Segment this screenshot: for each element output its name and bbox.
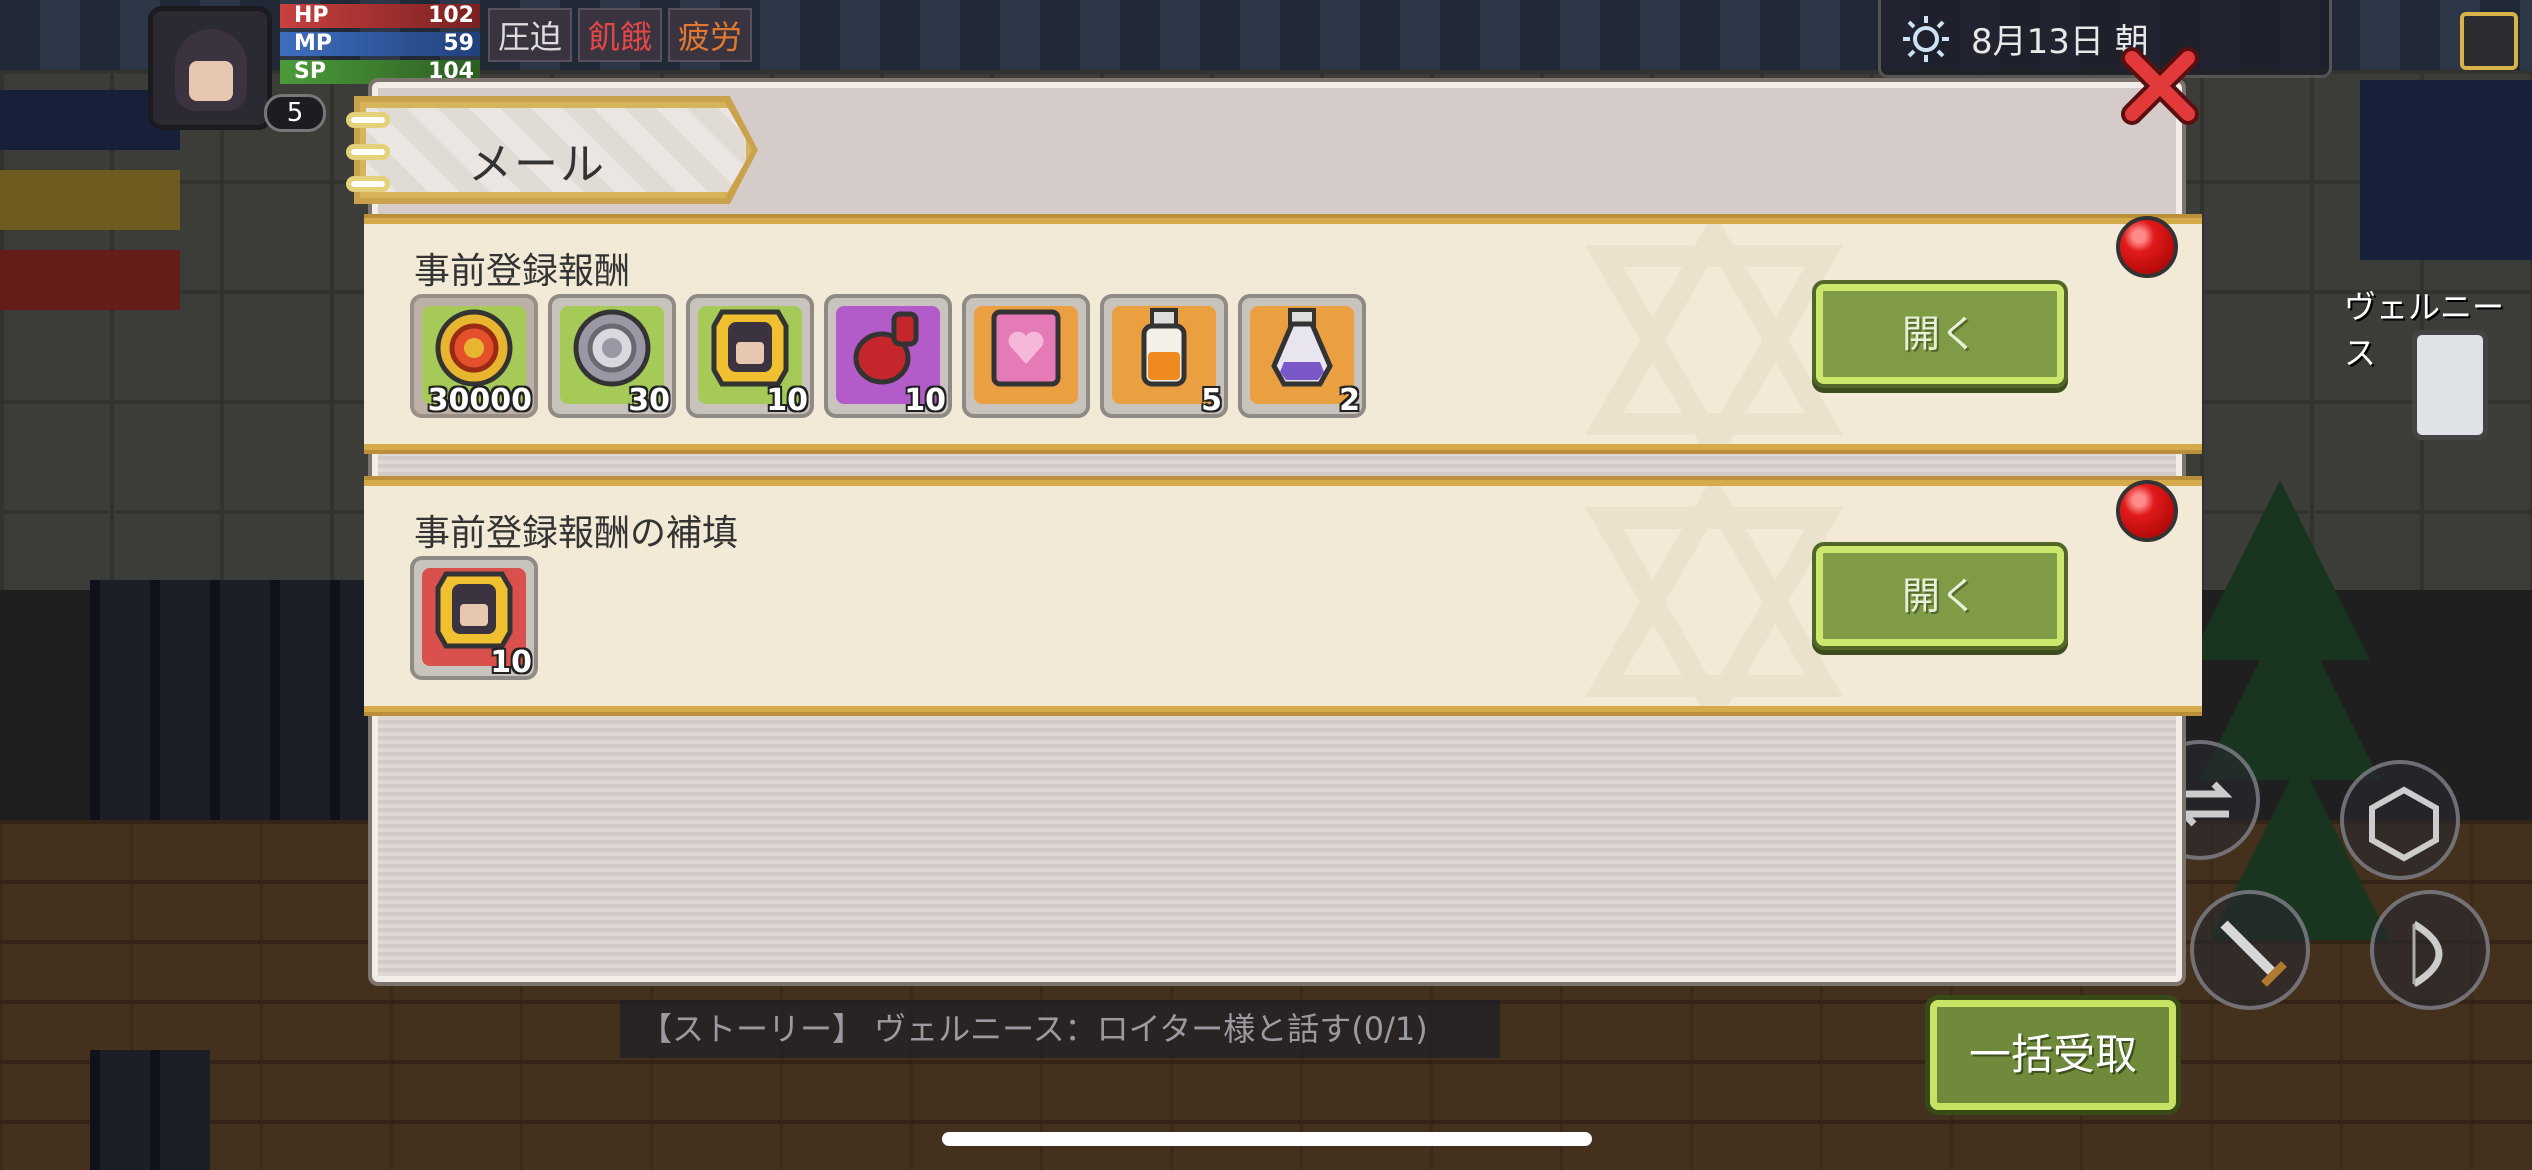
reward-count: 5	[1201, 383, 1222, 418]
phone-icon[interactable]	[2412, 330, 2488, 440]
binder-ring	[346, 144, 390, 160]
silver-coin-icon	[573, 309, 651, 387]
player-level-badge: 5	[264, 94, 326, 132]
character-token-icon	[435, 571, 513, 649]
sword-icon	[2220, 920, 2287, 987]
reward-slot[interactable]: 5	[1100, 294, 1228, 418]
mail-item[interactable]: 事前登録報酬 30000 30 10 10 5 2 開く	[364, 218, 2202, 450]
status-fatigue: 疲労	[668, 8, 753, 62]
reward-slot[interactable]: 10	[686, 294, 814, 418]
red-bag-icon	[853, 311, 919, 385]
reward-count: 2	[1339, 383, 1360, 418]
mail-title: メール	[468, 139, 606, 190]
bulk-claim-button[interactable]: 一括受取	[1930, 1000, 2176, 1110]
unread-badge	[2116, 480, 2178, 542]
reward-slot[interactable]: 10	[410, 556, 538, 680]
status-effects: 圧迫 飢餓 疲労	[488, 8, 753, 62]
reward-slot[interactable]: 30	[548, 294, 676, 418]
bow-icon	[2412, 920, 2443, 988]
mp-bar: MP 59	[280, 32, 480, 56]
sun-icon	[1903, 16, 1949, 62]
open-mail-button[interactable]: 開く	[1816, 546, 2064, 646]
sp-bar: SP 104	[280, 60, 480, 84]
quest-tracker[interactable]: 【ストーリー】 ヴェルニース：ロイター様と話す(0/1)	[620, 1000, 1500, 1058]
skill-button[interactable]	[2340, 760, 2460, 880]
mp-value: 59	[443, 31, 474, 56]
hp-value: 102	[428, 3, 474, 28]
mail-item-title: 事前登録報酬	[414, 251, 631, 292]
unread-badge	[2116, 216, 2178, 278]
sp-label: SP	[294, 59, 326, 84]
binder-ring	[346, 176, 390, 192]
purple-potion-icon	[1271, 308, 1333, 387]
time-panel: 8月13日 朝	[1878, 0, 2332, 78]
hp-bar: HP 102	[280, 4, 480, 28]
gold-coin-icon	[435, 309, 513, 387]
mail-item[interactable]: 事前登録報酬の補填 10 開く	[364, 480, 2202, 712]
reward-slot[interactable]	[962, 294, 1090, 418]
bow-attack-button[interactable]	[2370, 890, 2490, 1010]
heart-book-icon	[991, 309, 1061, 387]
reward-count: 30	[628, 383, 670, 418]
hp-label: HP	[294, 3, 329, 28]
reward-count: 10	[766, 383, 808, 418]
mail-panel: メール 事前登録報酬 30000 30 10 10 5 2 開く 事前登録報酬の…	[346, 82, 2202, 982]
binder-ring	[346, 112, 390, 128]
reward-count: 10	[904, 383, 946, 418]
sp-value: 104	[428, 59, 474, 84]
player-avatar[interactable]	[148, 6, 272, 130]
home-indicator[interactable]	[942, 1132, 1592, 1146]
reward-list: 30000 30 10 10 5 2	[410, 294, 1370, 420]
mail-item-title: 事前登録報酬の補填	[414, 513, 739, 554]
reward-slot[interactable]: 30000	[410, 294, 538, 418]
status-hunger: 飢餓	[578, 8, 663, 62]
reward-list: 10	[410, 556, 1370, 682]
open-mail-button[interactable]: 開く	[1816, 284, 2064, 384]
mp-label: MP	[294, 31, 333, 56]
close-icon[interactable]	[2118, 44, 2202, 128]
expand-icon[interactable]	[2460, 12, 2518, 70]
status-pressure: 圧迫	[488, 8, 573, 62]
reward-count: 30000	[427, 383, 532, 418]
character-token-icon	[711, 309, 789, 387]
reward-slot[interactable]: 2	[1238, 294, 1366, 418]
reward-slot[interactable]: 10	[824, 294, 952, 418]
reward-count: 10	[490, 645, 532, 680]
sword-attack-button[interactable]	[2190, 890, 2310, 1010]
skill-icon	[2369, 786, 2439, 862]
orange-potion-icon	[1141, 308, 1187, 387]
